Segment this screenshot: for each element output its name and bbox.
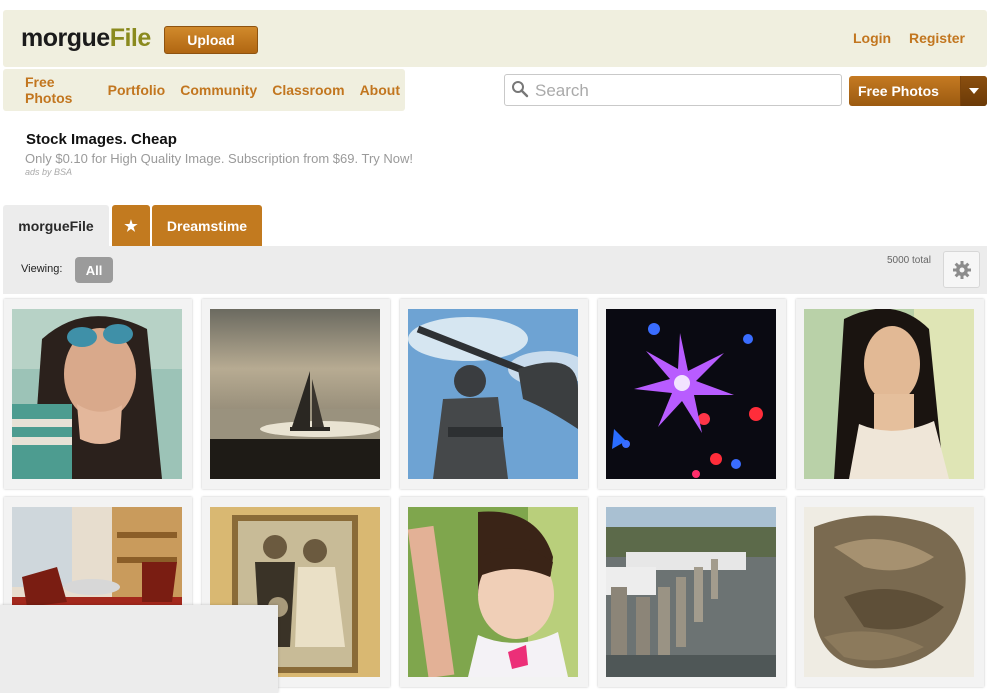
star-icon: ★	[124, 217, 138, 235]
header-bar: morgueFile Upload Login Register	[3, 10, 987, 67]
ad-text[interactable]: Only $0.10 for High Quality Image. Subsc…	[25, 151, 413, 166]
photo-card[interactable]	[598, 299, 786, 489]
search-box[interactable]	[504, 74, 842, 107]
morguefile-logo[interactable]: morgueFile	[21, 24, 151, 53]
register-link[interactable]: Register	[909, 30, 965, 46]
ad-title[interactable]: Stock Images. Cheap	[26, 131, 177, 148]
photo-thumbnail[interactable]	[804, 309, 974, 479]
search-input[interactable]	[533, 75, 837, 107]
chevron-down-icon[interactable]	[960, 76, 987, 106]
main-nav: Free Photos Portfolio Community Classroo…	[3, 69, 405, 111]
filter-all-button[interactable]: All	[75, 257, 113, 283]
photo-card[interactable]	[202, 299, 390, 489]
nav-item-portfolio[interactable]: Portfolio	[108, 82, 166, 98]
nav-item-about[interactable]: About	[360, 82, 400, 98]
photo-thumbnail[interactable]	[606, 309, 776, 479]
photo-card[interactable]	[400, 497, 588, 687]
photo-thumbnail[interactable]	[408, 309, 578, 479]
nav-item-classroom[interactable]: Classroom	[272, 82, 344, 98]
overlay-panel	[0, 605, 278, 693]
photo-card[interactable]	[796, 497, 984, 687]
photo-card[interactable]	[598, 497, 786, 687]
photo-card[interactable]	[400, 299, 588, 489]
photo-card[interactable]	[796, 299, 984, 489]
logo-morgue-text: morgue	[21, 24, 110, 52]
ad-attribution[interactable]: ads by BSA	[25, 167, 72, 177]
tab-morguefile[interactable]: morgueFile	[3, 205, 109, 246]
login-link[interactable]: Login	[853, 30, 891, 46]
settings-button[interactable]	[943, 251, 980, 288]
logo-file-text: File	[109, 24, 152, 52]
tab-favorites[interactable]: ★	[112, 205, 150, 246]
photo-thumbnail[interactable]	[12, 309, 182, 479]
tab-dreamstime[interactable]: Dreamstime	[152, 205, 262, 246]
photo-thumbnail[interactable]	[408, 507, 578, 677]
search-icon	[512, 81, 529, 98]
photo-thumbnail[interactable]	[804, 507, 974, 677]
photo-thumbnail[interactable]	[606, 507, 776, 677]
upload-button[interactable]: Upload	[164, 26, 258, 54]
viewing-bar: Viewing: All 5000 total	[3, 246, 987, 294]
nav-item-free-photos[interactable]: Free Photos	[25, 74, 93, 106]
search-scope-dropdown[interactable]: Free Photos	[849, 76, 987, 106]
account-links: Login Register	[839, 30, 965, 46]
photo-card[interactable]	[4, 299, 192, 489]
results-total: 5000 total	[887, 255, 931, 266]
search-scope-label: Free Photos	[858, 83, 939, 99]
viewing-label: Viewing:	[21, 263, 63, 275]
gear-icon	[952, 260, 971, 279]
nav-item-community[interactable]: Community	[180, 82, 257, 98]
photo-thumbnail[interactable]	[210, 309, 380, 479]
